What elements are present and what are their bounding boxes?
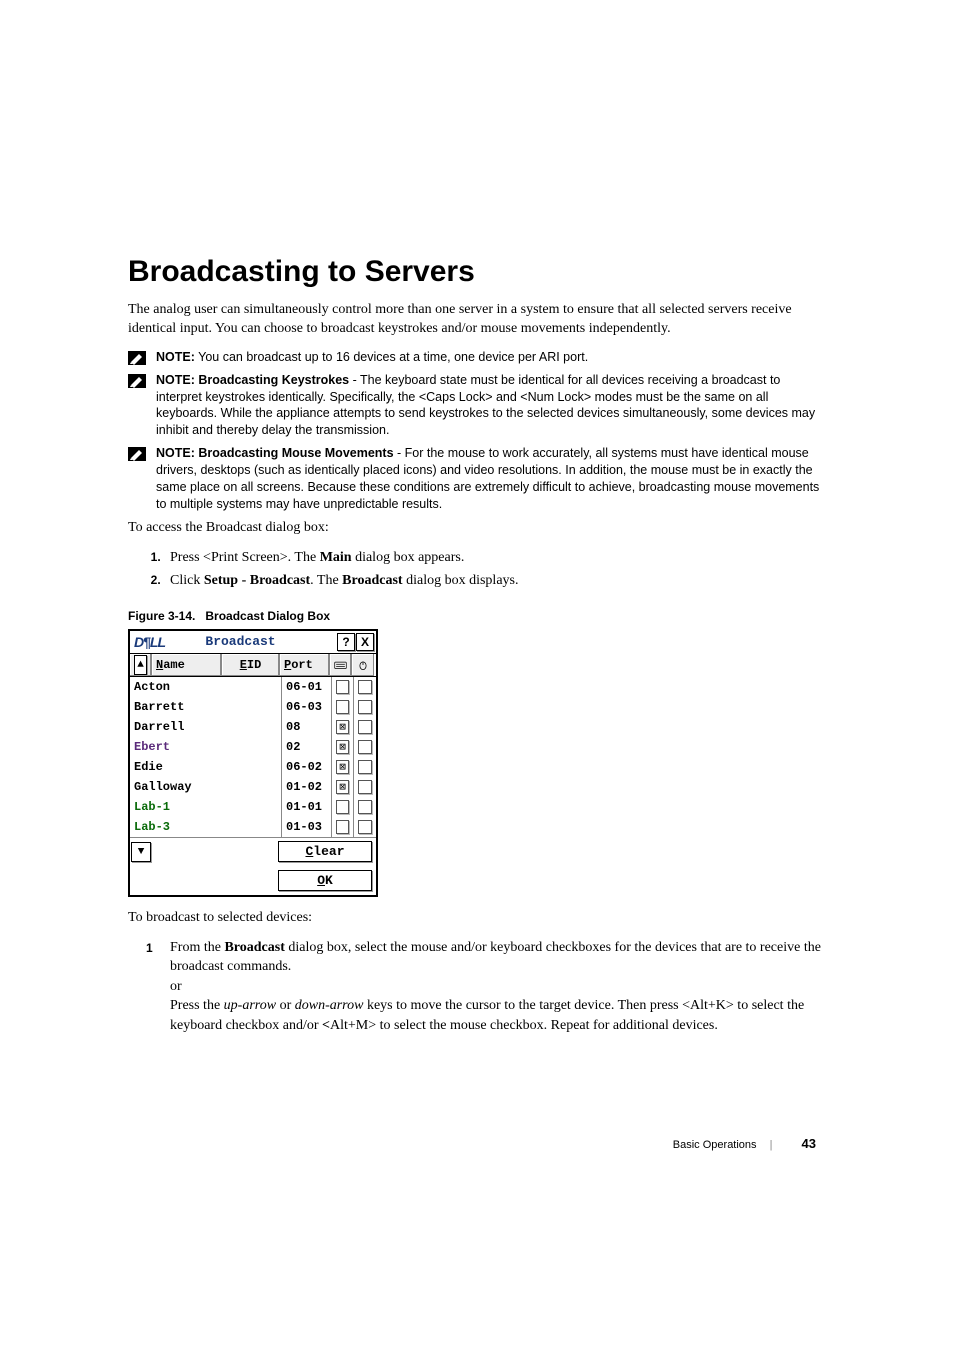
intro-paragraph: The analog user can simultaneously contr… xyxy=(128,301,826,339)
mouse-checkbox[interactable] xyxy=(358,700,372,714)
keyboard-checkbox[interactable] xyxy=(336,680,349,694)
keyboard-checkbox[interactable] xyxy=(336,800,349,814)
row-name: Darrell xyxy=(130,717,282,737)
row-port: 01-03 xyxy=(282,817,332,837)
step-1: Press <Print Screen>. The Main dialog bo… xyxy=(164,548,826,568)
mouse-checkbox[interactable] xyxy=(358,760,372,774)
table-row[interactable]: Lab-101-01 xyxy=(130,797,376,817)
keyboard-checkbox[interactable]: ⊠ xyxy=(336,740,349,754)
row-name: Edie xyxy=(130,757,282,777)
pencil-icon xyxy=(128,447,146,461)
row-name: Lab-1 xyxy=(130,797,282,817)
table-row[interactable]: Galloway01-02 ⊠ xyxy=(130,777,376,797)
keyboard-col-icon xyxy=(330,654,352,676)
row-port: 06-02 xyxy=(282,757,332,777)
table-row[interactable]: Ebert02 ⊠ xyxy=(130,737,376,757)
mouse-checkbox[interactable] xyxy=(358,820,372,834)
keyboard-checkbox[interactable]: ⊠ xyxy=(336,760,349,774)
row-name: Ebert xyxy=(130,737,282,757)
row-port: 06-03 xyxy=(282,697,332,717)
keyboard-checkbox[interactable]: ⊠ xyxy=(336,780,349,794)
row-port: 01-02 xyxy=(282,777,332,797)
footer-section: Basic Operations xyxy=(673,1139,757,1151)
note-3: NOTE: Broadcasting Mouse Movements - For… xyxy=(128,445,826,513)
access-line: To access the Broadcast dialog box: xyxy=(128,519,826,538)
row-port: 08 xyxy=(282,717,332,737)
page-number: 43 xyxy=(802,1136,816,1151)
row-name: Acton xyxy=(130,677,282,697)
figure-caption: Figure 3-14. Broadcast Dialog Box xyxy=(128,609,826,623)
keyboard-checkbox[interactable] xyxy=(336,700,349,714)
table-row[interactable]: Lab-301-03 xyxy=(130,817,376,837)
pencil-icon xyxy=(128,374,146,388)
table-header: ▲ Name EID Port xyxy=(130,654,376,677)
step-2: Click Setup - Broadcast. The Broadcast d… xyxy=(164,571,826,591)
pencil-icon xyxy=(128,351,146,365)
close-button[interactable]: X xyxy=(356,633,374,651)
table-row[interactable]: Barrett06-03 xyxy=(130,697,376,717)
row-name: Barrett xyxy=(130,697,282,717)
page-footer: Basic Operations | 43 xyxy=(128,1136,826,1151)
note-label: NOTE: xyxy=(156,446,195,460)
mouse-checkbox[interactable] xyxy=(358,680,372,694)
note-text: You can broadcast up to 16 devices at a … xyxy=(195,350,588,364)
clear-button[interactable]: Clear xyxy=(278,841,372,862)
keyboard-checkbox[interactable] xyxy=(336,820,349,834)
broadcast-line: To broadcast to selected devices: xyxy=(128,909,826,928)
keyboard-checkbox[interactable]: ⊠ xyxy=(336,720,349,734)
dialog-titlebar: D¶LL Broadcast ? X xyxy=(130,631,376,654)
note-label: NOTE: xyxy=(156,350,195,364)
row-name: Lab-3 xyxy=(130,817,282,837)
sort-up-button[interactable]: ▲ xyxy=(130,654,152,676)
note-strong: Broadcasting Mouse Movements xyxy=(195,446,394,460)
mouse-checkbox[interactable] xyxy=(358,740,372,754)
dialog-title: Broadcast xyxy=(145,634,336,649)
table-row[interactable]: Darrell08 ⊠ xyxy=(130,717,376,737)
help-button[interactable]: ? xyxy=(337,633,355,651)
note-2: NOTE: Broadcasting Keystrokes - The keyb… xyxy=(128,372,826,440)
mouse-col-icon xyxy=(352,654,374,676)
mouse-checkbox[interactable] xyxy=(358,800,372,814)
row-name: Galloway xyxy=(130,777,282,797)
note-strong: Broadcasting Keystrokes xyxy=(195,373,349,387)
table-row[interactable]: Edie06-02 ⊠ xyxy=(130,757,376,777)
broadcast-step-1: 1 From the Broadcast dialog box, select … xyxy=(164,938,826,1036)
col-name-header[interactable]: Name xyxy=(152,654,222,676)
note-1: NOTE: You can broadcast up to 16 devices… xyxy=(128,349,826,366)
col-eid-header[interactable]: EID xyxy=(222,654,280,676)
col-port-header[interactable]: Port xyxy=(280,654,330,676)
note-label: NOTE: xyxy=(156,373,195,387)
access-steps: Press <Print Screen>. The Main dialog bo… xyxy=(128,548,826,591)
mouse-checkbox[interactable] xyxy=(358,720,372,734)
table-row[interactable]: Acton06-01 xyxy=(130,677,376,697)
mouse-checkbox[interactable] xyxy=(358,780,372,794)
ok-button[interactable]: OK xyxy=(278,870,372,891)
row-port: 01-01 xyxy=(282,797,332,817)
row-port: 02 xyxy=(282,737,332,757)
sort-down-button[interactable]: ▼ xyxy=(131,842,151,862)
broadcast-dialog: D¶LL Broadcast ? X ▲ Name EID Port Acton… xyxy=(128,629,378,897)
broadcast-steps: 1 From the Broadcast dialog box, select … xyxy=(128,938,826,1036)
page-heading: Broadcasting to Servers xyxy=(128,255,826,289)
row-port: 06-01 xyxy=(282,677,332,697)
